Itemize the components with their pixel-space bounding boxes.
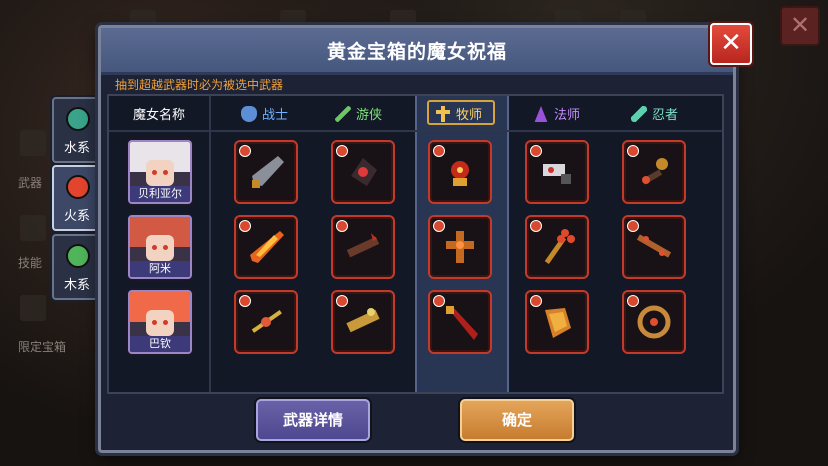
crimson-sword-icon: [446, 306, 478, 340]
class-label: 游侠: [356, 108, 383, 123]
witch-name: 巴钦: [130, 336, 190, 352]
flame-sword-icon: [250, 231, 284, 263]
weapon-slot-ami-warrior[interactable]: [234, 215, 298, 279]
class-tab-ninja[interactable]: 忍者: [631, 104, 678, 123]
close-button[interactable]: ✕: [710, 23, 752, 65]
weapon-slot-ami-ninja[interactable]: [622, 215, 686, 279]
eye: [152, 320, 157, 325]
class-label: 战士: [262, 108, 289, 123]
class-tab-ranger[interactable]: 游侠: [335, 104, 382, 123]
eye: [152, 245, 157, 250]
witch-avatar-belial[interactable]: 贝利亚尔: [128, 140, 192, 204]
weapon-slot-belial-priest[interactable]: [428, 140, 492, 204]
fire-cross-icon: [446, 231, 474, 263]
background-weapon-label: 武器: [18, 176, 43, 190]
water-gem-icon: [66, 107, 90, 131]
notice-text: 抽到超越武器时必为被选中武器: [115, 78, 284, 92]
weapon-slot-bachin-warrior[interactable]: [234, 290, 298, 354]
witch-name: 贝利亚尔: [130, 186, 190, 202]
weapon-slot-belial-ninja[interactable]: [622, 140, 686, 204]
eye: [163, 170, 168, 175]
class-tab-mage[interactable]: 法师: [533, 104, 580, 123]
weapon-slot-belial-ranger[interactable]: [331, 140, 395, 204]
tab-label: 火系: [63, 209, 90, 224]
background-chest-label: 限定宝箱: [18, 340, 67, 354]
dialog-title-bar: 黄金宝箱的魔女祝福: [101, 28, 733, 75]
weapon-slot-bachin-priest[interactable]: [428, 290, 492, 354]
tab-wood-element[interactable]: 木系: [52, 234, 102, 300]
gold-crossbow-icon: [346, 308, 380, 333]
chain-blade-icon: [636, 234, 672, 258]
witch-name: 阿米: [130, 261, 190, 277]
weapon-slot-bachin-mage[interactable]: [525, 290, 589, 354]
bow-icon: [335, 106, 351, 122]
witch-avatar-ami[interactable]: 阿米: [128, 215, 192, 279]
weapon-slot-belial-warrior[interactable]: [234, 140, 298, 204]
background-tile: [20, 130, 46, 156]
tab-label: 木系: [63, 278, 90, 293]
face: [146, 310, 174, 336]
wizard-hat-icon: [534, 106, 548, 122]
weapon-slot-bachin-ranger[interactable]: [331, 290, 395, 354]
fire-gem-icon: [66, 175, 90, 199]
class-tab-warrior[interactable]: 战士: [241, 104, 288, 123]
confirm-button[interactable]: 确定: [460, 399, 574, 441]
weapon-slot-ami-ranger[interactable]: [331, 215, 395, 279]
tab-water-element[interactable]: 水系: [52, 97, 102, 163]
class-label: 牧师: [456, 108, 483, 123]
gauntlet-icon: [545, 308, 571, 338]
shield-icon: [241, 106, 257, 122]
tab-fire-element[interactable]: 火系: [52, 165, 102, 231]
face: [146, 235, 174, 261]
spear-tip-icon: [252, 156, 284, 188]
table-header: 魔女名称 战士 游侠 牧师 法师 忍者: [109, 96, 722, 132]
eye: [163, 320, 168, 325]
claw-icon: [351, 158, 377, 186]
weapon-slot-ami-mage[interactable]: [525, 215, 589, 279]
face: [146, 160, 174, 186]
eye: [152, 170, 157, 175]
wood-gem-icon: [66, 244, 90, 268]
tab-label: 水系: [63, 141, 90, 156]
class-label: 忍者: [652, 108, 679, 123]
flail-icon: [641, 158, 668, 185]
gold-staff-icon: [251, 310, 282, 333]
ring-blade-icon: [637, 305, 671, 339]
class-tab-priest[interactable]: 牧师: [435, 104, 482, 123]
class-label: 法师: [554, 108, 581, 123]
weapon-slot-belial-mage[interactable]: [525, 140, 589, 204]
background-skill-label: 技能: [18, 256, 43, 270]
background-tile: [20, 295, 46, 321]
shuriken-icon: [631, 106, 647, 122]
weapon-slot-bachin-ninja[interactable]: [622, 290, 686, 354]
bone-crossbow-icon: [543, 164, 571, 184]
thorn-crossbow-icon: [346, 233, 380, 258]
witch-avatar-bachin[interactable]: 巴钦: [128, 290, 192, 354]
witch-name-header: 魔女名称: [133, 108, 186, 123]
eye: [163, 245, 168, 250]
witch-weapon-table: 魔女名称 战士 游侠 牧师 法师 忍者 贝利亚尔 阿米 巴钦: [107, 94, 724, 394]
lamp-icon: [451, 161, 469, 186]
dialog-title: 黄金宝箱的魔女祝福: [326, 41, 507, 63]
cross-icon: [435, 106, 451, 122]
background-tile: [20, 215, 46, 241]
background-close-button: ✕: [780, 6, 820, 46]
weapon-details-button[interactable]: 武器详情: [256, 399, 370, 441]
orb-staff-icon: [544, 229, 575, 265]
weapon-slot-ami-priest[interactable]: [428, 215, 492, 279]
